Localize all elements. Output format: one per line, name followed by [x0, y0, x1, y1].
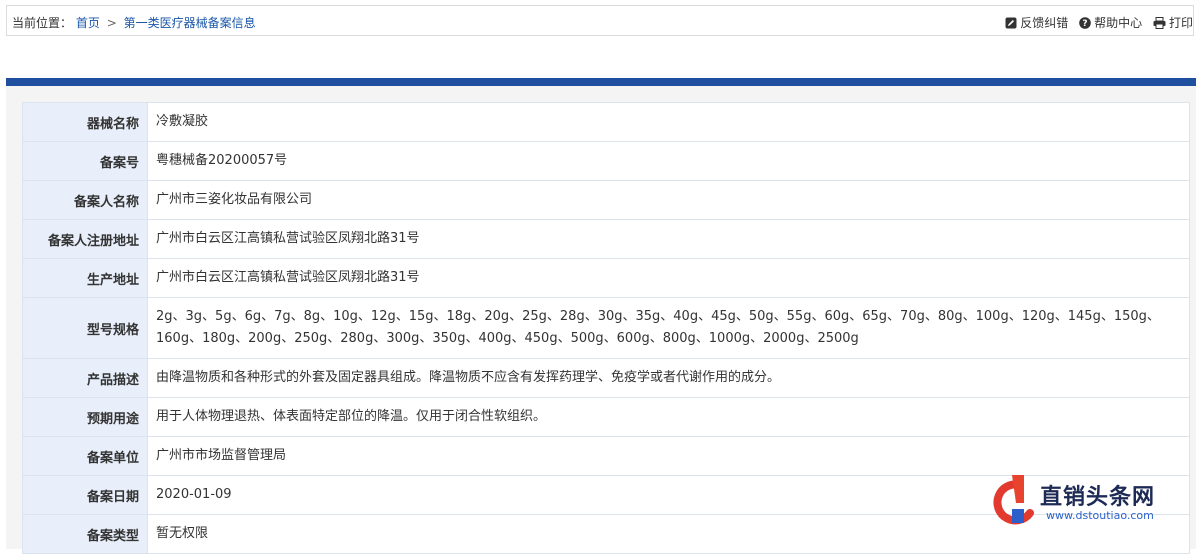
record-authority-value: 广州市市场监督管理局 — [147, 436, 1190, 476]
model-spec-value: 2g、3g、5g、6g、7g、8g、10g、12g、15g、18g、20g、25… — [147, 297, 1190, 359]
device-name-value: 冷敷凝胶 — [147, 102, 1190, 142]
product-description-label: 产品描述 — [22, 358, 148, 398]
help-center-label: 帮助中心 — [1094, 16, 1143, 30]
breadcrumb-home-link[interactable]: 首页 — [76, 16, 100, 30]
record-row-production-address: 生产地址 广州市白云区江高镇私营试验区凤翔北路31号 — [22, 258, 1190, 298]
watermark-logo-icon — [993, 475, 1034, 525]
record-row-record-number: 备案号 粤穗械备20200057号 — [22, 141, 1190, 181]
production-address-value: 广州市白云区江高镇私营试验区凤翔北路31号 — [147, 258, 1190, 298]
help-center-button[interactable]: ? 帮助中心 — [1079, 14, 1142, 31]
record-row-device-name: 器械名称 冷敷凝胶 — [22, 102, 1190, 142]
production-address-label: 生产地址 — [22, 258, 148, 298]
watermark-title: 直销头条网 — [1040, 485, 1156, 510]
intended-use-label: 预期用途 — [22, 397, 148, 437]
model-spec-label: 型号规格 — [22, 297, 148, 359]
record-row-registrant-address: 备案人注册地址 广州市白云区江高镇私营试验区凤翔北路31号 — [22, 219, 1190, 259]
device-name-label: 器械名称 — [22, 102, 148, 142]
registrant-address-label: 备案人注册地址 — [22, 219, 148, 259]
svg-text:?: ? — [1083, 19, 1088, 29]
print-label: 打印 — [1168, 16, 1193, 30]
print-button[interactable]: 打印 — [1153, 14, 1193, 31]
registrant-name-value: 广州市三姿化妆品有限公司 — [147, 180, 1190, 220]
breadcrumb-separator: > — [106, 16, 117, 30]
feedback-button[interactable]: 反馈纠错 — [1005, 14, 1068, 31]
record-authority-label: 备案单位 — [22, 436, 148, 476]
breadcrumb: 当前位置： 首页 > 第一类医疗器械备案信息 — [12, 14, 256, 31]
header-accent-bar — [6, 78, 1196, 86]
watermark-url: www.dstoutiao.com — [1046, 509, 1154, 522]
product-description-value: 由降温物质和各种形式的外套及固定器具组成。降温物质不应含有发挥药理学、免疫学或者… — [147, 358, 1190, 398]
question-circle-icon: ? — [1079, 17, 1091, 29]
breadcrumb-bar: 当前位置： 首页 > 第一类医疗器械备案信息 反馈纠错 ? 帮助中心 打印 — [6, 5, 1194, 36]
record-row-intended-use: 预期用途 用于人体物理退热、体表面特定部位的降温。仅用于闭合性软组织。 — [22, 397, 1190, 437]
record-row-model-spec: 型号规格 2g、3g、5g、6g、7g、8g、10g、12g、15g、18g、2… — [22, 297, 1190, 359]
record-type-label: 备案类型 — [22, 514, 148, 554]
feedback-label: 反馈纠错 — [1020, 16, 1069, 30]
record-number-value: 粤穗械备20200057号 — [147, 141, 1190, 181]
record-number-label: 备案号 — [22, 141, 148, 181]
breadcrumb-current-link[interactable]: 第一类医疗器械备案信息 — [124, 16, 256, 30]
printer-icon — [1153, 17, 1166, 29]
edit-icon — [1005, 17, 1017, 29]
record-row-product-description: 产品描述 由降温物质和各种形式的外套及固定器具组成。降温物质不应含有发挥药理学、… — [22, 358, 1190, 398]
record-row-registrant-name: 备案人名称 广州市三姿化妆品有限公司 — [22, 180, 1190, 220]
breadcrumb-label: 当前位置： — [12, 16, 73, 30]
record-row-record-authority: 备案单位 广州市市场监督管理局 — [22, 436, 1190, 476]
intended-use-value: 用于人体物理退热、体表面特定部位的降温。仅用于闭合性软组织。 — [147, 397, 1190, 437]
registrant-address-value: 广州市白云区江高镇私营试验区凤翔北路31号 — [147, 219, 1190, 259]
watermark-logo: 直销头条网 www.dstoutiao.com — [990, 473, 1190, 529]
registrant-name-label: 备案人名称 — [22, 180, 148, 220]
toolbar: 反馈纠错 ? 帮助中心 打印 — [998, 14, 1193, 31]
record-date-label: 备案日期 — [22, 475, 148, 515]
